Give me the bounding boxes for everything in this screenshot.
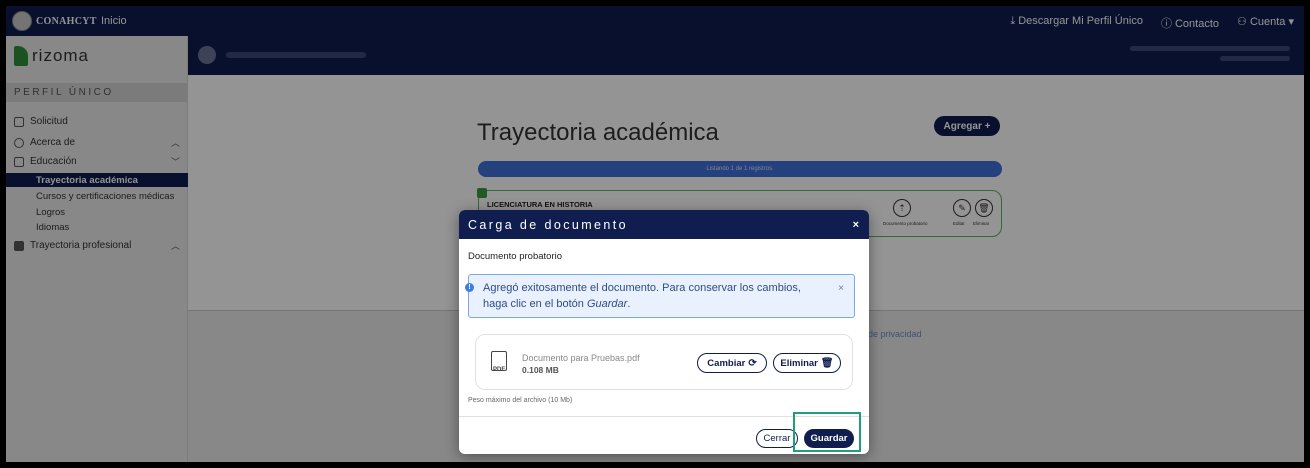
- alert-close-icon[interactable]: ×: [838, 281, 844, 297]
- modal-subtitle: Documento probatorio: [468, 251, 562, 262]
- file-size: 0.108 MB: [522, 365, 559, 375]
- alert-text: haga clic en el botón: [483, 298, 587, 310]
- modal-header: Carga de documento ×: [459, 210, 869, 239]
- delete-file-button[interactable]: Eliminar 🗑: [773, 353, 841, 373]
- change-file-button[interactable]: Cambiar ⟳: [697, 353, 767, 373]
- save-button-highlight: [793, 412, 861, 452]
- file-type-label: PDF: [493, 367, 505, 373]
- max-size-note: Peso máximo del archivo (10 Mb): [468, 397, 573, 404]
- file-box: PDF Documento para Pruebas.pdf 0.108 MB …: [475, 334, 853, 390]
- alert-emphasis: Guardar: [586, 298, 628, 310]
- alert-line-1: Agregó exitosamente el documento. Para c…: [483, 282, 801, 294]
- close-button[interactable]: Cerrar: [756, 429, 798, 448]
- close-icon[interactable]: ×: [853, 219, 859, 231]
- file-name: Documento para Pruebas.pdf: [522, 353, 640, 363]
- delete-label: Eliminar: [780, 357, 818, 369]
- app-frame: CONAHCYT Inicio ⤓ Descargar Mi Perfil Ún…: [6, 6, 1304, 462]
- info-icon: !: [465, 283, 474, 292]
- change-label: Cambiar: [707, 357, 746, 369]
- trash-icon: 🗑: [820, 357, 834, 369]
- modal-title: Carga de documento: [468, 217, 628, 232]
- refresh-icon: ⟳: [748, 357, 757, 369]
- success-alert: ! Agregó exitosamente el documento. Para…: [465, 274, 855, 318]
- alert-line-2: haga clic en el botón Guardar.: [483, 298, 630, 310]
- alert-text-end: .: [627, 298, 631, 310]
